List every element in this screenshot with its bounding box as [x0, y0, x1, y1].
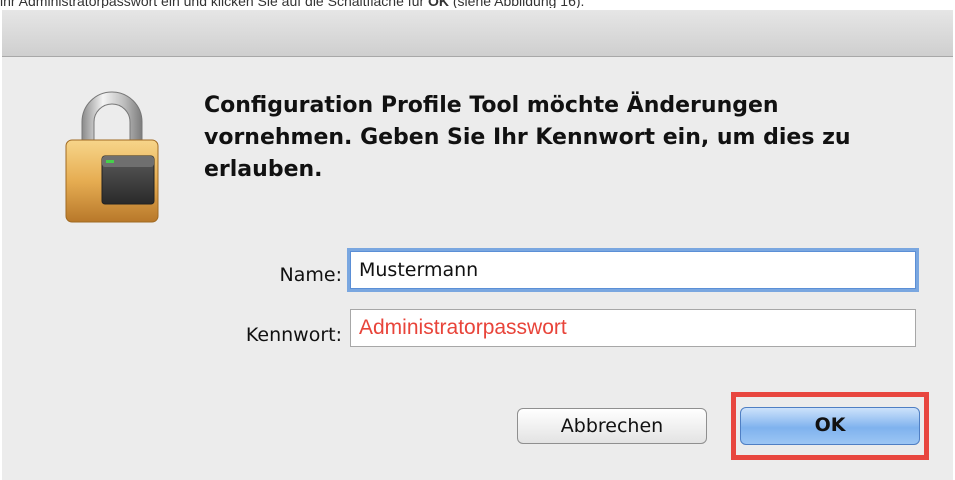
password-field[interactable]: Administratorpasswort — [350, 309, 916, 347]
name-field[interactable]: Mustermann — [350, 251, 916, 289]
cancel-button[interactable]: Abbrechen — [517, 408, 707, 444]
document-caption: ihr Administratorpasswort ein und klicke… — [0, 0, 955, 8]
ok-button[interactable]: OK — [740, 407, 920, 445]
password-label: Kennwort: — [245, 324, 342, 346]
title-bar — [2, 10, 953, 57]
name-label: Name: — [279, 264, 342, 286]
caption-text: ihr Administratorpasswort ein und klicke… — [0, 0, 428, 8]
auth-dialog: Configuration Profile Tool möchte Änderu… — [2, 10, 953, 480]
lock-icon — [65, 91, 159, 223]
caption-text-end: (siehe Abbildung 16). — [449, 0, 585, 8]
auth-message: Configuration Profile Tool möchte Änderu… — [204, 93, 851, 182]
caption-bold: OK — [428, 0, 449, 8]
